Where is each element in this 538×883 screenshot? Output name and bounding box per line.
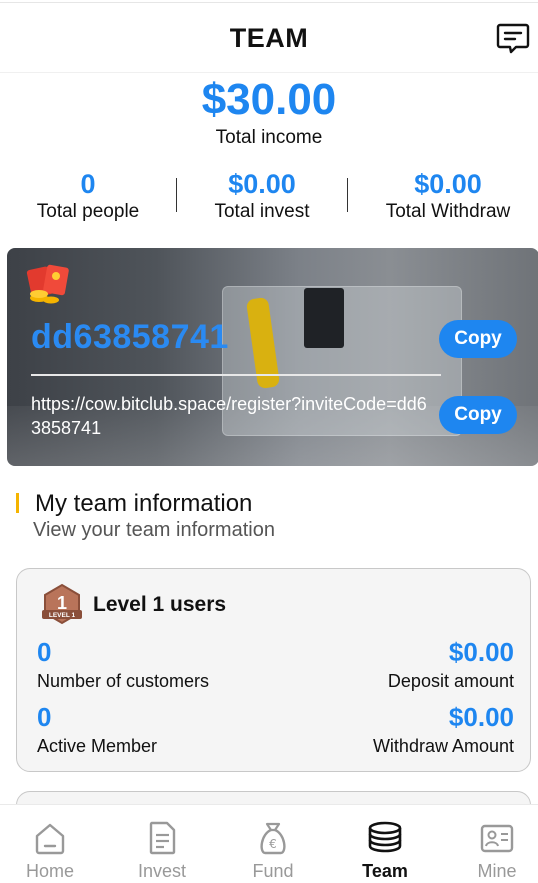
stat-total-people: 0 Total people	[0, 168, 176, 223]
level-1-row-customers: 0 Number of customers $0.00 Deposit amou…	[37, 637, 514, 697]
tab-home[interactable]: Home	[10, 819, 90, 882]
active-value: 0	[37, 702, 52, 732]
message-icon[interactable]	[496, 21, 530, 55]
section-accent-bar	[16, 493, 19, 513]
stat-value: 0	[80, 169, 96, 199]
card-background-panel	[304, 288, 344, 348]
total-income: $30.00 Total income	[0, 74, 538, 149]
stat-label: Total Withdraw	[385, 201, 511, 222]
section-subtitle: View your team information	[33, 519, 275, 541]
copy-link-button[interactable]: Copy	[439, 396, 517, 434]
stat-total-invest: $0.00 Total invest	[177, 168, 347, 223]
stat-label: Total people	[36, 201, 140, 222]
invite-link: https://cow.bitclub.space/register?invit…	[31, 394, 427, 438]
deposit-value: $0.00	[448, 637, 514, 667]
invite-divider	[31, 374, 441, 376]
tab-label: Invest	[137, 861, 187, 881]
page-title: TEAM	[229, 23, 309, 53]
coin-stack-icon	[368, 821, 402, 853]
level-1-card[interactable]: 1 LEVEL 1 Level 1 users 0 Number of cust…	[16, 568, 531, 772]
svg-text:€: €	[269, 837, 277, 851]
withdraw-value: $0.00	[448, 702, 514, 732]
invite-code: dd63858741	[31, 318, 229, 356]
level-1-badge-icon: 1 LEVEL 1	[39, 583, 85, 625]
section-title: My team information	[35, 490, 253, 517]
copy-code-button[interactable]: Copy	[439, 320, 517, 358]
total-income-value: $30.00	[201, 75, 337, 124]
id-card-icon	[480, 824, 514, 853]
red-envelope-icon	[25, 262, 75, 306]
active-label: Active Member	[37, 736, 158, 756]
total-income-label: Total income	[215, 127, 323, 148]
stat-label: Total invest	[214, 201, 310, 222]
tab-fund[interactable]: € Fund	[233, 819, 313, 882]
withdraw-label: Withdraw Amount	[372, 736, 514, 756]
tab-label: Mine	[477, 861, 517, 881]
level-1-title: Level 1 users	[93, 593, 227, 616]
tab-mine[interactable]: Mine	[457, 819, 537, 882]
header: TEAM	[0, 3, 538, 73]
money-bag-icon: €	[260, 822, 286, 855]
svg-text:LEVEL 1: LEVEL 1	[49, 612, 76, 619]
level-1-row-active: 0 Active Member $0.00 Withdraw Amount	[37, 702, 514, 762]
tab-team[interactable]: Team	[345, 819, 425, 882]
home-icon	[35, 823, 65, 855]
tab-label: Fund	[252, 861, 294, 881]
document-icon	[149, 821, 176, 855]
stat-value: $0.00	[414, 169, 482, 199]
deposit-label: Deposit amount	[387, 671, 514, 691]
stat-value: $0.00	[228, 169, 296, 199]
tab-invest[interactable]: Invest	[122, 819, 202, 882]
stat-total-withdraw: $0.00 Total Withdraw	[348, 168, 538, 223]
customers-value: 0	[37, 637, 52, 667]
tab-label: Team	[362, 861, 408, 881]
invite-card: dd63858741 Copy https://cow.bitclub.spac…	[7, 248, 538, 466]
bottom-tab-bar: Home Invest € Fund Team Mine	[0, 804, 538, 883]
tab-label: Home	[25, 861, 74, 881]
customers-label: Number of customers	[37, 671, 210, 691]
stats-row: 0 Total people $0.00 Total invest $0.00 …	[0, 168, 538, 228]
